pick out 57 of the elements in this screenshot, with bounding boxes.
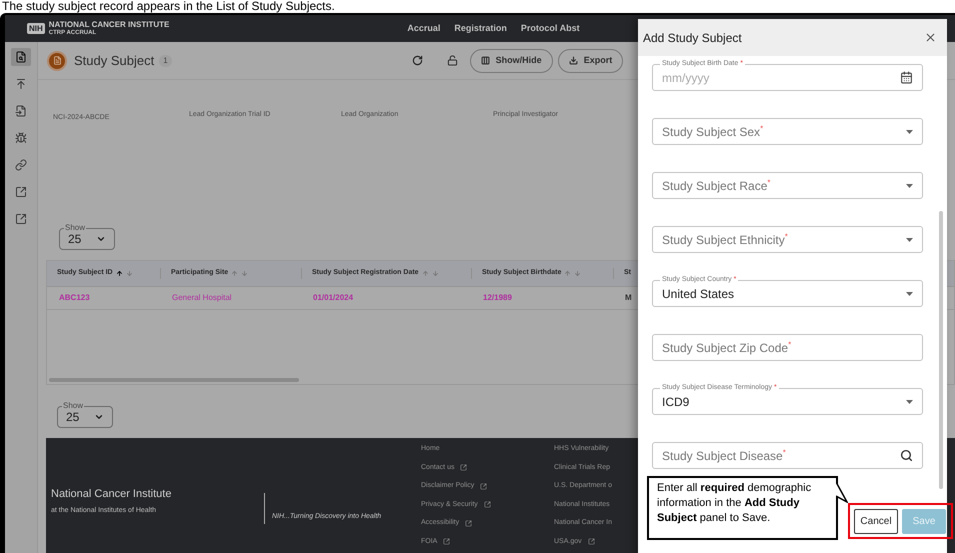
external-link-icon xyxy=(443,538,450,546)
refresh-icon[interactable] xyxy=(412,55,423,66)
dropdown-arrow-icon xyxy=(906,292,913,296)
external-link-icon xyxy=(480,482,488,490)
callout-note: Enter all required demographic information in the Add Study Subject panel to Save. xyxy=(647,476,838,540)
caption-text: The study subject record appears in the List of Study Subjects. xyxy=(1,0,336,13)
form-field[interactable]: Study Subject Race* xyxy=(652,172,923,199)
form-field[interactable]: Study Subject Zip Code* xyxy=(652,334,923,361)
export-button[interactable]: Export xyxy=(558,48,624,72)
panel-title: Add Study Subject xyxy=(643,30,742,46)
field-label: Study Subject Race* xyxy=(662,176,771,194)
field-label: Study Subject Ethnicity* xyxy=(662,230,788,248)
form-field[interactable]: Study Subject Sex* xyxy=(652,118,923,145)
field-placeholder: mm/yyyy xyxy=(662,70,710,86)
dropdown-arrow-icon xyxy=(906,184,913,188)
sort-ascending-icon[interactable] xyxy=(116,270,123,277)
table-cell-text: M xyxy=(624,292,633,304)
field-label: Study Subject Sex* xyxy=(662,122,764,140)
vertical-scrollbar[interactable] xyxy=(939,211,943,489)
external-link-icon xyxy=(484,501,491,508)
show-hide-button[interactable]: Show/Hide xyxy=(470,48,553,72)
calendar-icon[interactable] xyxy=(900,71,913,84)
search-icon[interactable] xyxy=(900,449,913,462)
study-subject-badge-icon xyxy=(47,50,67,70)
dropdown-icon xyxy=(96,234,106,244)
dropdown-arrow-icon xyxy=(906,130,913,134)
cancel-button[interactable]: Cancel xyxy=(854,508,898,534)
form-field[interactable]: Study Subject Disease* xyxy=(652,442,923,469)
field-label: Study Subject Zip Code* xyxy=(662,338,792,356)
external-link-icon xyxy=(588,538,595,546)
field-value: United States xyxy=(662,286,734,302)
dropdown-icon xyxy=(94,412,104,422)
columns-icon xyxy=(480,56,490,65)
page-title: Study Subject xyxy=(74,52,154,70)
logo-badge: NIH xyxy=(27,23,45,34)
document-search-icon[interactable] xyxy=(11,48,31,66)
field-label: Study Subject Disease* xyxy=(662,446,786,464)
nav-link[interactable]: Protocol Abst xyxy=(520,22,580,36)
logo-title: NATIONAL CANCER INSTITUTE xyxy=(48,20,170,28)
dropdown-arrow-icon xyxy=(906,238,913,242)
table-link[interactable]: General Hospital xyxy=(160,292,301,304)
footer-org-name: National Cancer Institute xyxy=(51,487,172,502)
download-icon xyxy=(568,56,578,65)
count-badge: 1 xyxy=(159,54,172,66)
callout-pointer xyxy=(836,481,848,503)
external-link-icon xyxy=(465,520,472,527)
nav-link[interactable]: Accrual xyxy=(407,22,440,36)
select-label: Show xyxy=(64,223,86,233)
form-field[interactable]: Study Subject Ethnicity* xyxy=(652,226,923,253)
select-label: Show xyxy=(62,401,84,411)
external-link-icon xyxy=(460,464,468,472)
unlock-icon[interactable] xyxy=(446,55,458,66)
field-value: ICD9 xyxy=(662,394,690,410)
horizontal-scrollbar[interactable] xyxy=(49,378,299,382)
dropdown-arrow-icon xyxy=(906,400,913,404)
nav-link[interactable]: Registration xyxy=(454,22,507,36)
close-icon[interactable] xyxy=(924,31,937,44)
